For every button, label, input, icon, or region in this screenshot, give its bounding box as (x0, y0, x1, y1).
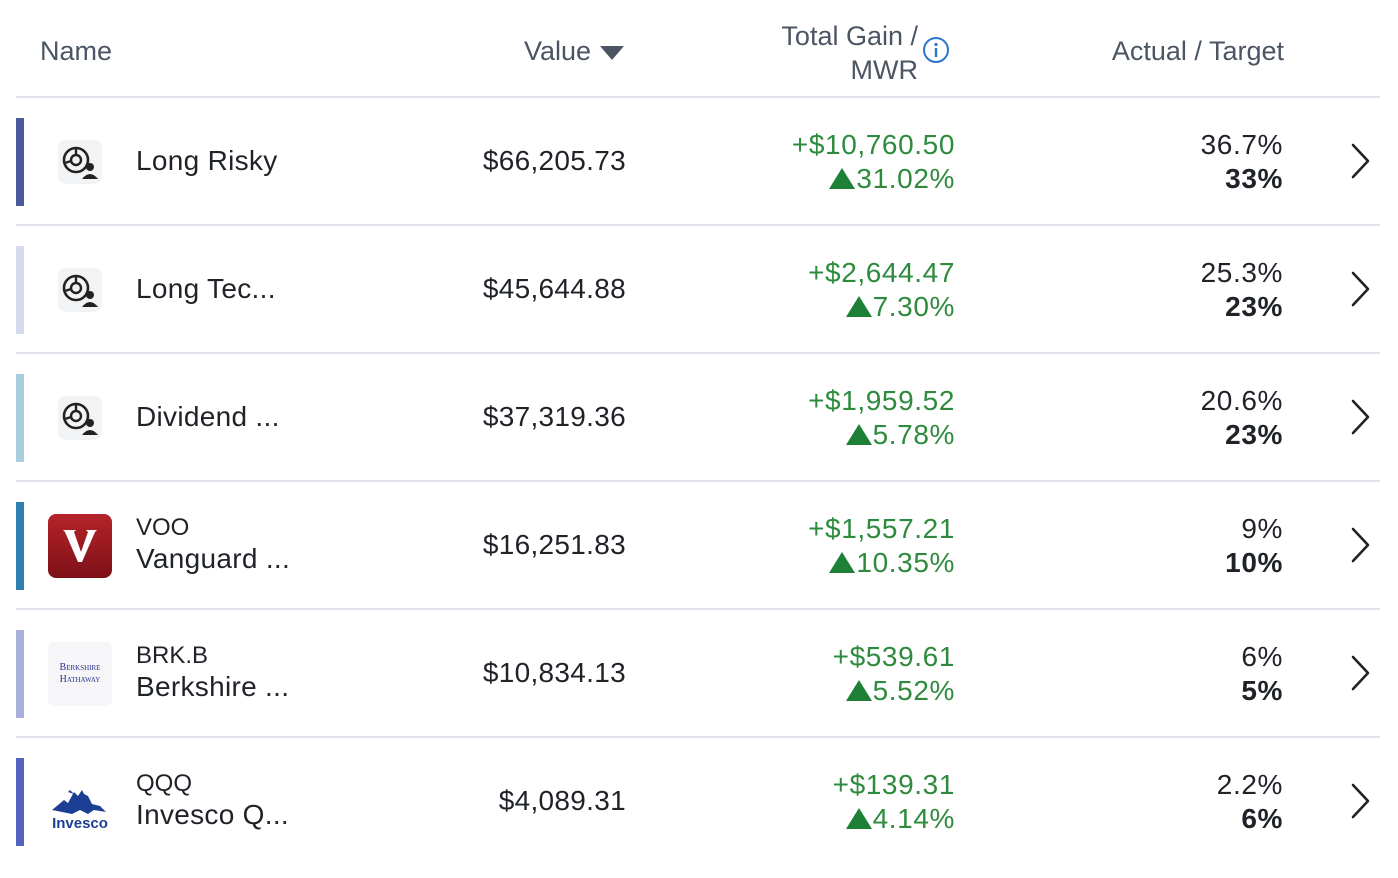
chevron-right-icon[interactable] (1348, 270, 1372, 308)
info-icon[interactable] (922, 36, 950, 64)
mwr-percent: 7.30% (872, 291, 955, 322)
allocation-cell: 36.7% 33% (1100, 128, 1283, 196)
actual-percent: 9% (1241, 513, 1283, 544)
holding-ticker: VOO (136, 514, 190, 541)
actual-percent: 6% (1241, 641, 1283, 672)
actual-percent: 2.2% (1216, 769, 1283, 800)
total-gain-cell: +$10,760.50 31.02% (700, 128, 955, 196)
target-percent: 6% (1241, 803, 1283, 834)
invesco-logo: Invesco (52, 790, 108, 832)
row-accent-bar (16, 630, 24, 718)
sort-descending-icon[interactable] (600, 45, 625, 60)
mwr-percent: 31.02% (856, 163, 955, 194)
actual-target-column-header[interactable]: Actual / Target (1060, 36, 1284, 67)
allocation-cell: 2.2% 6% (1100, 768, 1283, 836)
holdings-table: Name Value Total Gain / MWR Actual / Tar… (0, 0, 1398, 878)
berkshire-hathaway-logo: Berkshire Hathaway (48, 642, 112, 706)
row-accent-bar (16, 758, 24, 846)
triangle-up-icon (845, 808, 872, 829)
portfolio-person-icon (58, 140, 102, 184)
chevron-right-icon[interactable] (1348, 782, 1372, 820)
triangle-up-icon (845, 680, 872, 701)
target-percent: 23% (1225, 419, 1283, 450)
actual-percent: 36.7% (1200, 129, 1283, 160)
holding-name: Long Tec... (136, 273, 276, 304)
total-gain-amount: +$10,760.50 (791, 129, 955, 160)
holding-value: $45,644.88 (482, 273, 626, 304)
name-column-header[interactable]: Name (40, 36, 112, 67)
table-row[interactable]: Dividend ... $37,319.36 +$1,959.52 5.78%… (0, 354, 1398, 482)
value-column-label: Value (524, 36, 592, 66)
total-gain-label: Total Gain / (781, 21, 918, 51)
triangle-up-icon (845, 296, 872, 317)
mwr-percent: 5.78% (872, 419, 955, 450)
holding-value: $4,089.31 (498, 785, 626, 816)
holding-name: Long Risky (136, 145, 278, 176)
total-gain-amount: +$1,959.52 (808, 385, 955, 416)
actual-percent: 25.3% (1200, 257, 1283, 288)
holding-name: Dividend ... (136, 401, 280, 432)
target-percent: 23% (1225, 291, 1283, 322)
portfolio-person-icon (58, 268, 102, 312)
total-gain-amount: +$139.31 (832, 769, 955, 800)
total-gain-cell: +$139.31 4.14% (700, 768, 955, 836)
portfolio-person-icon (58, 396, 102, 440)
chevron-right-icon[interactable] (1348, 526, 1372, 564)
logo-text-invesco: Invesco (52, 815, 108, 832)
holding-ticker: QQQ (136, 770, 193, 797)
holding-name: Vanguard ... (136, 543, 291, 574)
total-gain-cell: +$1,959.52 5.78% (700, 384, 955, 452)
actual-percent: 20.6% (1200, 385, 1283, 416)
mwr-percent: 10.35% (856, 547, 955, 578)
table-row[interactable]: Invesco QQQ Invesco Q... $4,089.31 +$139… (0, 738, 1398, 866)
holding-value: $37,319.36 (482, 401, 626, 432)
triangle-up-icon (829, 552, 856, 573)
mwr-percent: 5.52% (872, 675, 955, 706)
table-row[interactable]: Long Risky $66,205.73 +$10,760.50 31.02%… (0, 98, 1398, 226)
row-accent-bar (16, 246, 24, 334)
total-gain-cell: +$1,557.21 10.35% (700, 512, 955, 580)
total-gain-cell: +$539.61 5.52% (700, 640, 955, 708)
total-gain-cell: +$2,644.47 7.30% (700, 256, 955, 324)
allocation-cell: 9% 10% (1100, 512, 1283, 580)
vanguard-logo (48, 514, 112, 578)
target-percent: 10% (1225, 547, 1283, 578)
holding-value: $16,251.83 (482, 529, 626, 560)
logo-text-hathaway: Hathaway (60, 674, 101, 685)
allocation-cell: 20.6% 23% (1100, 384, 1283, 452)
row-accent-bar (16, 118, 24, 206)
holding-name: Invesco Q... (136, 799, 289, 830)
table-header: Name Value Total Gain / MWR Actual / Tar… (0, 0, 1398, 98)
allocation-cell: 25.3% 23% (1100, 256, 1283, 324)
target-percent: 33% (1225, 163, 1283, 194)
chevron-right-icon[interactable] (1348, 142, 1372, 180)
chevron-right-icon[interactable] (1348, 654, 1372, 692)
table-row[interactable]: Long Tec... $45,644.88 +$2,644.47 7.30% … (0, 226, 1398, 354)
total-gain-amount: +$2,644.47 (808, 257, 955, 288)
holding-ticker: BRK.B (136, 642, 209, 669)
logo-text-berkshire: Berkshire (60, 662, 101, 673)
allocation-cell: 6% 5% (1100, 640, 1283, 708)
target-percent: 5% (1241, 675, 1283, 706)
holding-value: $66,205.73 (482, 145, 626, 176)
table-row[interactable]: Berkshire Hathaway BRK.B Berkshire ... $… (0, 610, 1398, 738)
value-column-header[interactable]: Value (524, 36, 625, 67)
triangle-up-icon (829, 168, 856, 189)
total-gain-column-header[interactable]: Total Gain / MWR (748, 19, 918, 87)
total-gain-amount: +$1,557.21 (808, 513, 955, 544)
row-accent-bar (16, 502, 24, 590)
holding-name: Berkshire ... (136, 671, 290, 702)
chevron-right-icon[interactable] (1348, 398, 1372, 436)
triangle-up-icon (845, 424, 872, 445)
mwr-label: MWR (850, 55, 918, 85)
total-gain-amount: +$539.61 (832, 641, 955, 672)
mwr-percent: 4.14% (872, 803, 955, 834)
holding-value: $10,834.13 (482, 657, 626, 688)
row-accent-bar (16, 374, 24, 462)
table-row[interactable]: VOO Vanguard ... $16,251.83 +$1,557.21 1… (0, 482, 1398, 610)
